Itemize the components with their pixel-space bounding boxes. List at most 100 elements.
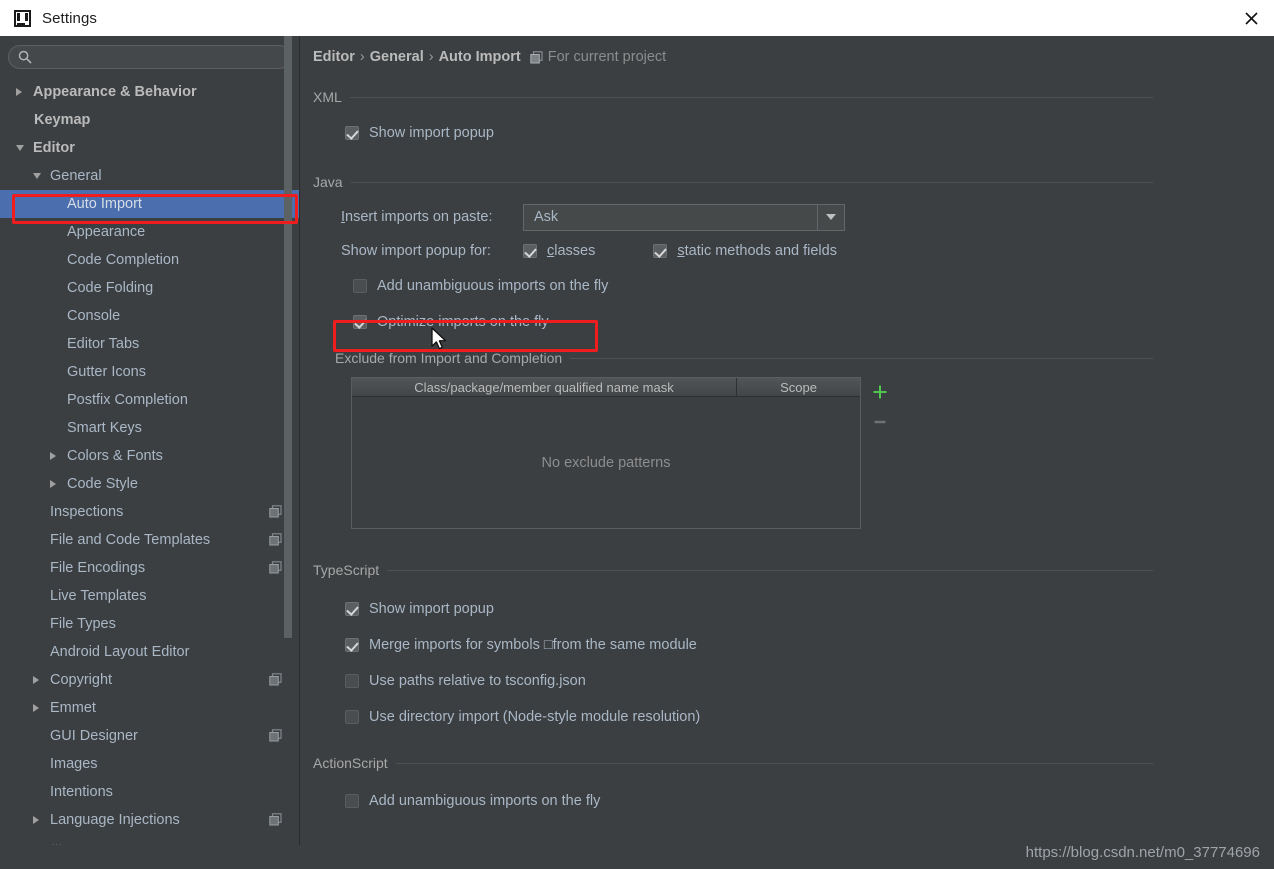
sidebar-item-appearance-behavior[interactable]: Appearance & Behavior — [0, 78, 299, 106]
section-divider — [570, 357, 1153, 359]
show-import-popup-label: Show import popup for: — [341, 243, 491, 259]
checkbox-icon[interactable] — [345, 126, 359, 140]
sidebar-item-label: General — [50, 168, 102, 184]
breadcrumb-item-general[interactable]: General — [370, 49, 424, 65]
sidebar-item-code-style[interactable]: Code Style — [0, 470, 299, 498]
column-header-name-mask[interactable]: Class/package/member qualified name mask — [352, 378, 737, 396]
chevron-right-icon[interactable] — [16, 87, 22, 96]
section-xml-header: XML — [313, 88, 1153, 106]
remove-exclude-button[interactable] — [863, 407, 897, 437]
checkbox-ts-use-paths-relative[interactable]: Use paths relative to tsconfig.json — [345, 663, 1153, 699]
sidebar-item-copyright[interactable]: Copyright — [0, 666, 299, 694]
add-exclude-button[interactable] — [863, 377, 897, 407]
sidebar-scrollbar-thumb[interactable] — [284, 36, 292, 638]
sidebar-item-label: GUI Designer — [50, 728, 138, 744]
checkbox-label: Merge imports for symbols □from the same… — [369, 637, 697, 653]
chevron-right-icon[interactable] — [33, 703, 39, 712]
checkbox-icon[interactable] — [353, 279, 367, 293]
sidebar-item-editor[interactable]: Editor — [0, 134, 299, 162]
section-java: Java Insert imports on paste: Ask Show i… — [313, 173, 1153, 529]
section-typescript-title: TypeScript — [313, 562, 380, 578]
section-xml: XML Show import popup — [313, 88, 1153, 146]
chevron-down-icon[interactable] — [33, 173, 41, 179]
chevron-right-icon[interactable] — [33, 815, 39, 824]
sidebar-item-file-types[interactable]: File Types — [0, 610, 299, 638]
insert-imports-combobox[interactable]: Ask — [523, 203, 845, 231]
checkbox-icon[interactable] — [345, 602, 359, 616]
chevron-right-icon[interactable] — [50, 451, 56, 460]
checkbox-optimize-imports-on-the-fly[interactable]: Optimize imports on the fly — [353, 309, 1153, 335]
watermark-url: https://blog.csdn.net/m0_37774696 — [1025, 844, 1260, 861]
checkbox-label: Use directory import (Node-style module … — [369, 709, 701, 725]
minus-icon — [874, 420, 886, 424]
search-input[interactable] — [8, 45, 291, 69]
sidebar-item-label: File and Code Templates — [50, 532, 211, 548]
sidebar-item-general[interactable]: General — [0, 162, 299, 190]
chevron-down-icon[interactable] — [16, 145, 24, 151]
section-divider — [350, 181, 1153, 183]
exclude-table[interactable]: Class/package/member qualified name mask… — [351, 377, 861, 529]
checkbox-classes[interactable]: classes — [523, 238, 595, 264]
sidebar-item-intentions[interactable]: Intentions — [0, 778, 299, 806]
checkbox-label: Add unambiguous imports on the fly — [369, 793, 601, 809]
sidebar-item-colors-fonts[interactable]: Colors & Fonts — [0, 442, 299, 470]
column-header-scope[interactable]: Scope — [737, 378, 860, 396]
checkbox-icon[interactable] — [345, 638, 359, 652]
sidebar-item-label: Language Injections — [50, 812, 180, 828]
sidebar-item-inspections[interactable]: Inspections — [0, 498, 299, 526]
exclude-table-toolbar — [863, 377, 897, 529]
checkbox-ts-merge-imports[interactable]: Merge imports for symbols □from the same… — [345, 627, 1153, 663]
sidebar-item-gui-designer[interactable]: GUI Designer — [0, 722, 299, 750]
checkbox-add-unambiguous-imports-java[interactable]: Add unambiguous imports on the fly — [353, 273, 1153, 299]
chevron-right-icon[interactable] — [50, 479, 56, 488]
sidebar-item-partial[interactable]: ... — [0, 834, 299, 845]
sidebar-item-label: Code Completion — [67, 252, 180, 268]
close-button[interactable] — [1228, 0, 1274, 36]
sidebar-item-smart-keys[interactable]: Smart Keys — [0, 414, 299, 442]
sidebar-item-auto-import[interactable]: Auto Import — [0, 190, 299, 218]
checkbox-label: Use paths relative to tsconfig.json — [369, 673, 586, 689]
sidebar-item-file-encodings[interactable]: File Encodings — [0, 554, 299, 582]
chevron-down-icon[interactable] — [817, 204, 844, 230]
checkbox-label: Optimize imports on the fly — [377, 314, 549, 330]
sidebar-item-editor-tabs[interactable]: Editor Tabs — [0, 330, 299, 358]
checkbox-icon[interactable] — [345, 710, 359, 724]
checkbox-icon[interactable] — [345, 794, 359, 808]
sidebar-item-label: Smart Keys — [67, 420, 142, 436]
sidebar-item-emmet[interactable]: Emmet — [0, 694, 299, 722]
sidebar-item-file-and-code-templates[interactable]: File and Code Templates — [0, 526, 299, 554]
checkbox-label: static methods and fields — [677, 243, 837, 259]
breadcrumb-item-editor[interactable]: Editor — [313, 49, 355, 65]
sidebar-item-android-layout-editor[interactable]: Android Layout Editor — [0, 638, 299, 666]
sidebar-item-code-completion[interactable]: Code Completion — [0, 246, 299, 274]
sidebar-item-label: Android Layout Editor — [50, 644, 190, 660]
sidebar-item-images[interactable]: Images — [0, 750, 299, 778]
sidebar-item-postfix-completion[interactable]: Postfix Completion — [0, 386, 299, 414]
sidebar-item-keymap[interactable]: Keymap — [0, 106, 299, 134]
sidebar-item-live-templates[interactable]: Live Templates — [0, 582, 299, 610]
checkbox-icon[interactable] — [353, 315, 367, 329]
checkbox-ts-use-directory-import[interactable]: Use directory import (Node-style module … — [345, 699, 1153, 735]
sidebar-item-label: Colors & Fonts — [67, 448, 163, 464]
checkbox-icon[interactable] — [523, 244, 537, 258]
checkbox-icon[interactable] — [345, 674, 359, 688]
window-title: Settings — [42, 9, 97, 27]
sidebar-item-language-injections[interactable]: Language Injections — [0, 806, 299, 834]
sidebar-search[interactable] — [8, 45, 291, 69]
sidebar-item-label: Gutter Icons — [67, 364, 146, 380]
sidebar-item-code-folding[interactable]: Code Folding — [0, 274, 299, 302]
field-insert-imports-on-paste: Insert imports on paste: Ask — [341, 203, 1153, 231]
sidebar-item-label: Appearance & Behavior — [33, 84, 197, 100]
project-scope-icon — [269, 729, 282, 742]
checkbox-static-methods-and-fields[interactable]: static methods and fields — [653, 238, 837, 264]
checkbox-as-add-unambiguous-imports[interactable]: Add unambiguous imports on the fly — [345, 788, 1153, 814]
chevron-right-icon[interactable] — [33, 675, 39, 684]
checkbox-icon[interactable] — [653, 244, 668, 258]
checkbox-ts-show-import-popup[interactable]: Show import popup — [345, 591, 1153, 627]
checkbox-xml-show-import-popup[interactable]: Show import popup — [345, 120, 1153, 146]
sidebar-scrollbar[interactable] — [284, 36, 296, 803]
sidebar-item-appearance[interactable]: Appearance — [0, 218, 299, 246]
sidebar-item-gutter-icons[interactable]: Gutter Icons — [0, 358, 299, 386]
sidebar-item-label: Live Templates — [50, 588, 147, 604]
sidebar-item-console[interactable]: Console — [0, 302, 299, 330]
